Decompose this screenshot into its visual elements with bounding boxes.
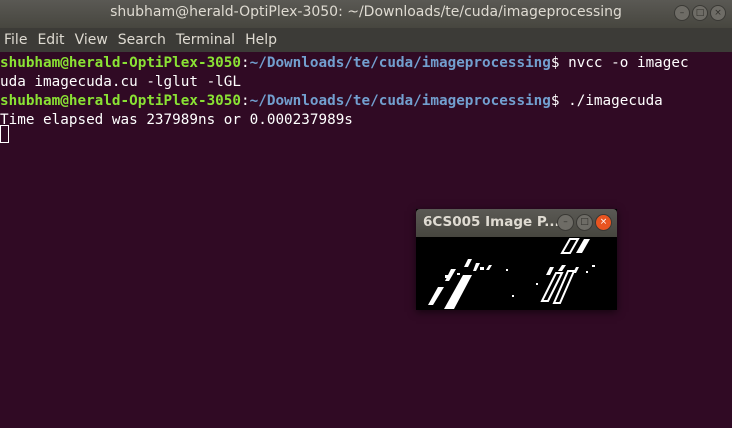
image-window-close-button[interactable]: ×	[595, 214, 612, 231]
terminal-line-3: shubham@herald-OptiPlex-3050:~/Downloads…	[0, 92, 663, 111]
processed-image	[416, 237, 617, 310]
menu-help[interactable]: Help	[240, 32, 282, 48]
menu-file[interactable]: File	[0, 32, 32, 48]
prompt-separator: :	[241, 93, 250, 109]
close-button[interactable]: ×	[710, 5, 726, 21]
terminal-line-2: uda imagecuda.cu -lglut -lGL	[0, 73, 241, 92]
command-text: ./imagecuda	[568, 93, 663, 109]
prompt-separator: :	[241, 55, 250, 71]
command-text-continued: uda imagecuda.cu -lglut -lGL	[0, 74, 242, 90]
window-controls: – □ ×	[674, 5, 726, 21]
menu-search[interactable]: Search	[113, 32, 171, 48]
image-window-titlebar[interactable]: 6CS005 Image P... – □ ×	[416, 209, 617, 237]
window-titlebar[interactable]: shubham@herald-OptiPlex-3050: ~/Download…	[0, 0, 732, 28]
terminal-cursor	[0, 125, 9, 143]
menu-edit[interactable]: Edit	[32, 32, 69, 48]
prompt-symbol: $	[550, 55, 569, 71]
image-window[interactable]: 6CS005 Image P... – □ ×	[416, 209, 617, 310]
command-text: nvcc -o imagec	[568, 55, 689, 71]
image-window-controls: – □ ×	[557, 214, 612, 231]
image-window-maximize-button[interactable]: □	[576, 214, 593, 231]
prompt-user: shubham@herald-OptiPlex-3050	[0, 93, 242, 109]
prompt-symbol: $	[550, 93, 569, 109]
menu-terminal[interactable]: Terminal	[171, 32, 240, 48]
image-window-minimize-button[interactable]: –	[557, 214, 574, 231]
terminal-line-1: shubham@herald-OptiPlex-3050:~/Downloads…	[0, 54, 689, 73]
maximize-button[interactable]: □	[692, 5, 708, 21]
menubar: File Edit View Search Terminal Help	[0, 28, 732, 52]
prompt-path: ~/Downloads/te/cuda/imageprocessing	[249, 55, 551, 71]
window-title: shubham@herald-OptiPlex-3050: ~/Download…	[110, 4, 622, 20]
minimize-button[interactable]: –	[674, 5, 690, 21]
prompt-user: shubham@herald-OptiPlex-3050	[0, 55, 242, 71]
prompt-path: ~/Downloads/te/cuda/imageprocessing	[249, 93, 551, 109]
terminal-line-4: Time elapsed was 237989ns or 0.000237989…	[0, 111, 353, 130]
terminal-area[interactable]: shubham@herald-OptiPlex-3050:~/Downloads…	[0, 52, 732, 428]
output-text: Time elapsed was 237989ns or 0.000237989…	[0, 112, 353, 128]
image-window-title: 6CS005 Image P...	[423, 214, 560, 230]
menu-view[interactable]: View	[70, 32, 113, 48]
